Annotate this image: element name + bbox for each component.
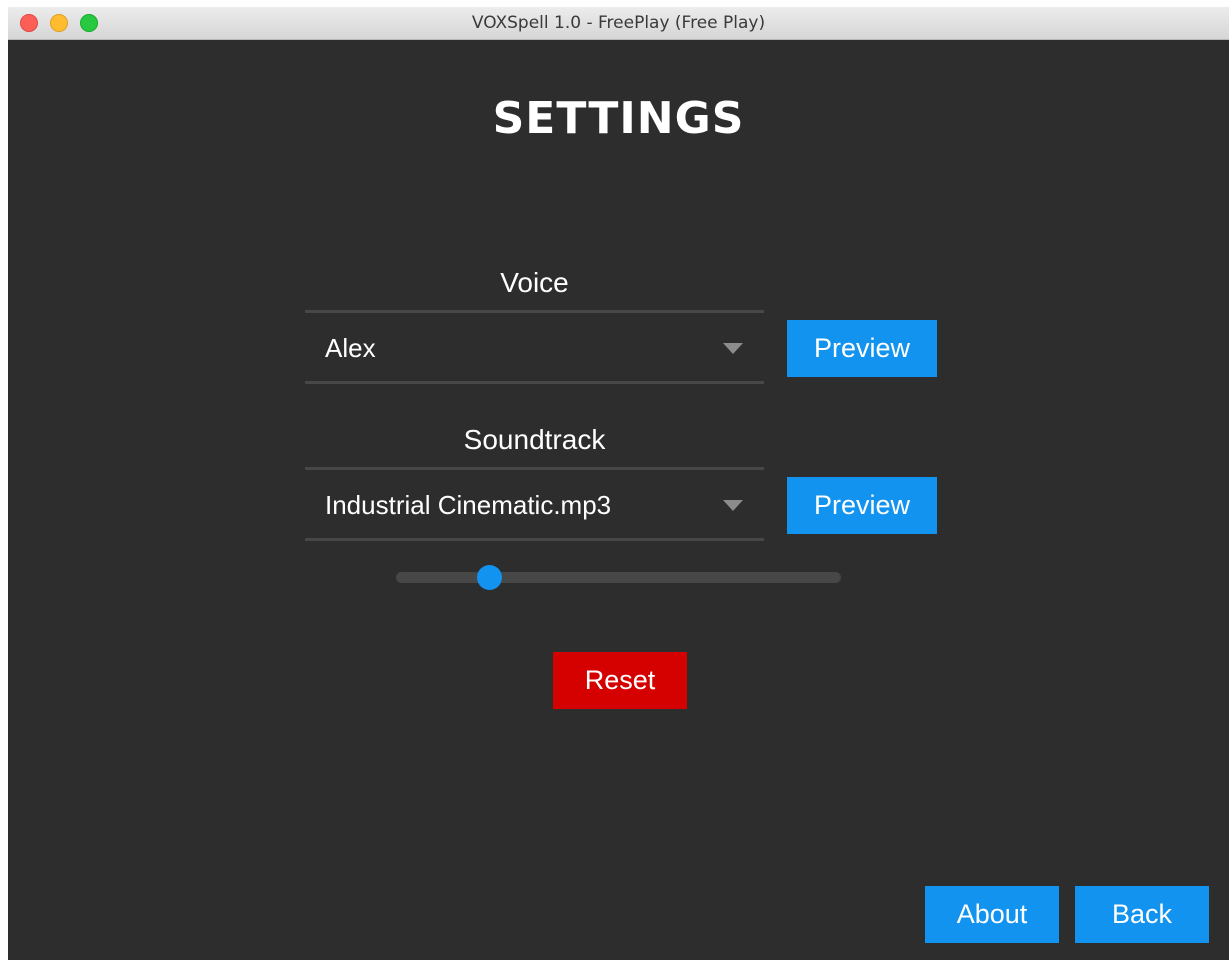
volume-slider[interactable] — [396, 565, 841, 590]
page-title: SETTINGS — [492, 93, 745, 144]
volume-slider-thumb[interactable] — [477, 565, 503, 590]
soundtrack-divider-bottom — [305, 538, 764, 541]
voice-label: Voice — [500, 267, 569, 298]
voice-select[interactable]: Alex — [305, 315, 764, 381]
title-bar: VOXSpell 1.0 - FreePlay (Free Play) — [8, 7, 1229, 40]
soundtrack-divider-top — [305, 467, 764, 470]
voice-divider-top — [305, 310, 764, 313]
soundtrack-selected-value: Industrial Cinematic.mp3 — [325, 490, 612, 520]
reset-button[interactable]: Reset — [553, 652, 687, 709]
voice-divider-bottom — [305, 381, 764, 384]
soundtrack-preview-button[interactable]: Preview — [787, 477, 937, 534]
back-button[interactable]: Back — [1075, 886, 1209, 943]
app-window: VOXSpell 1.0 - FreePlay (Free Play) SETT… — [8, 7, 1229, 960]
soundtrack-select[interactable]: Industrial Cinematic.mp3 — [305, 472, 764, 538]
chevron-down-icon — [723, 500, 743, 511]
voice-selected-value: Alex — [325, 333, 376, 363]
window-title: VOXSpell 1.0 - FreePlay (Free Play) — [471, 13, 766, 33]
soundtrack-label: Soundtrack — [463, 424, 606, 455]
about-button[interactable]: About — [925, 886, 1059, 943]
chevron-down-icon — [723, 343, 743, 354]
voice-preview-button[interactable]: Preview — [787, 320, 937, 377]
